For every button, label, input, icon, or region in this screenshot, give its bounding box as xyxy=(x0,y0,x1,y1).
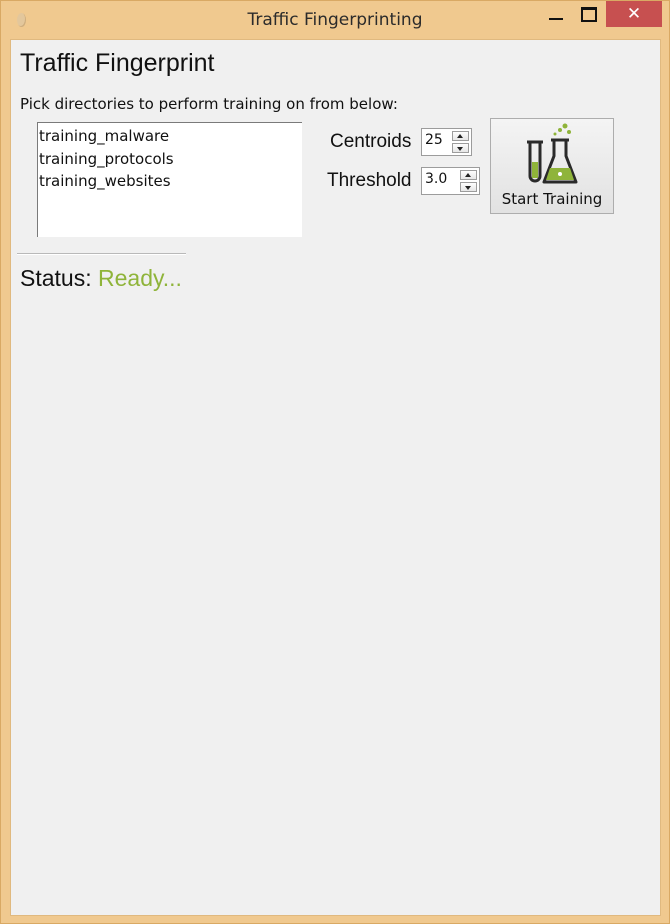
instruction-text: Pick directories to perform training on … xyxy=(20,95,398,113)
directory-item-training-protocols[interactable]: training_protocols xyxy=(39,148,302,171)
centroids-value[interactable]: 25 xyxy=(425,132,443,148)
flask-icon xyxy=(527,123,578,184)
threshold-decrement-button[interactable] xyxy=(460,182,477,192)
status-value: Ready... xyxy=(98,265,182,291)
directory-item-training-websites[interactable]: training_websites xyxy=(39,170,302,193)
centroids-increment-button[interactable] xyxy=(452,131,469,141)
directory-list[interactable]: training_malware training_protocols trai… xyxy=(37,122,302,237)
threshold-label: Threshold xyxy=(327,170,412,191)
start-training-label: Start Training xyxy=(501,190,603,208)
close-button[interactable]: ✕ xyxy=(606,1,662,27)
title-bar[interactable]: Traffic Fingerprinting ✕ xyxy=(1,1,669,39)
directory-item-training-malware[interactable]: training_malware xyxy=(39,125,302,148)
start-training-button[interactable]: Start Training xyxy=(490,118,614,214)
separator xyxy=(17,253,186,255)
threshold-spinner[interactable]: 3.0 xyxy=(421,167,480,195)
page-title: Traffic Fingerprint xyxy=(20,49,215,77)
threshold-increment-button[interactable] xyxy=(460,170,477,180)
centroids-label: Centroids xyxy=(330,131,412,152)
maximize-button[interactable] xyxy=(573,1,603,27)
centroids-spinner[interactable]: 25 xyxy=(421,128,472,156)
status-label: Status: xyxy=(20,265,92,291)
threshold-value[interactable]: 3.0 xyxy=(425,171,447,187)
minimize-button[interactable] xyxy=(541,1,571,27)
status-line: Status: Ready... xyxy=(20,265,182,292)
main-panel: Traffic Fingerprint Pick directories to … xyxy=(10,39,661,916)
centroids-decrement-button[interactable] xyxy=(452,143,469,153)
app-window: Traffic Fingerprinting ✕ Traffic Fingerp… xyxy=(0,0,670,924)
